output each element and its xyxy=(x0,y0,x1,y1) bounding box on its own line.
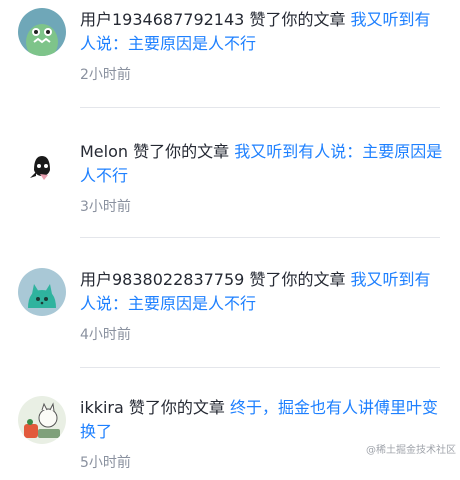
user-name[interactable]: ikkira xyxy=(80,398,124,417)
notification-item[interactable]: 用户1934687792143 赞了你的文章 我又听到有人说：主要原因是人不行 … xyxy=(0,0,460,108)
teal-cat-avatar[interactable] xyxy=(18,268,66,316)
timestamp: 3小时前 xyxy=(80,199,131,215)
notification-text: ikkira 赞了你的文章 终于，掘金也有人讲傅里叶变换了 xyxy=(80,396,446,444)
notification-text: Melon 赞了你的文章 我又听到有人说：主要原因是人不行 xyxy=(80,140,446,188)
notification-item[interactable]: 用户9838022837759 赞了你的文章 我又听到有人说：主要原因是人不行 … xyxy=(0,238,460,368)
timestamp: 2小时前 xyxy=(80,67,131,83)
user-name[interactable]: 用户9838022837759 xyxy=(80,270,244,289)
green-monster-avatar[interactable] xyxy=(18,8,66,56)
action-text: 赞了你的文章 xyxy=(249,270,346,289)
user-name[interactable]: Melon xyxy=(80,142,128,161)
action-text: 赞了你的文章 xyxy=(133,142,230,161)
timestamp: 4小时前 xyxy=(80,327,131,343)
notification-item[interactable]: Melon 赞了你的文章 我又听到有人说：主要原因是人不行 3小时前 xyxy=(0,108,460,238)
action-text: 赞了你的文章 xyxy=(128,398,225,417)
cartoon-character-avatar[interactable] xyxy=(18,142,66,190)
watermark: @稀土掘金技术社区 xyxy=(366,445,456,456)
illustration-avatar[interactable] xyxy=(18,396,66,444)
notification-item[interactable]: ikkira 赞了你的文章 终于，掘金也有人讲傅里叶变换了 5小时前 xyxy=(0,368,460,480)
user-name[interactable]: 用户1934687792143 xyxy=(80,10,244,29)
action-text: 赞了你的文章 xyxy=(249,10,346,29)
notification-text: 用户1934687792143 赞了你的文章 我又听到有人说：主要原因是人不行 xyxy=(80,8,446,56)
notification-text: 用户9838022837759 赞了你的文章 我又听到有人说：主要原因是人不行 xyxy=(80,268,446,316)
timestamp: 5小时前 xyxy=(80,455,131,471)
notification-list: 用户1934687792143 赞了你的文章 我又听到有人说：主要原因是人不行 … xyxy=(0,0,460,480)
